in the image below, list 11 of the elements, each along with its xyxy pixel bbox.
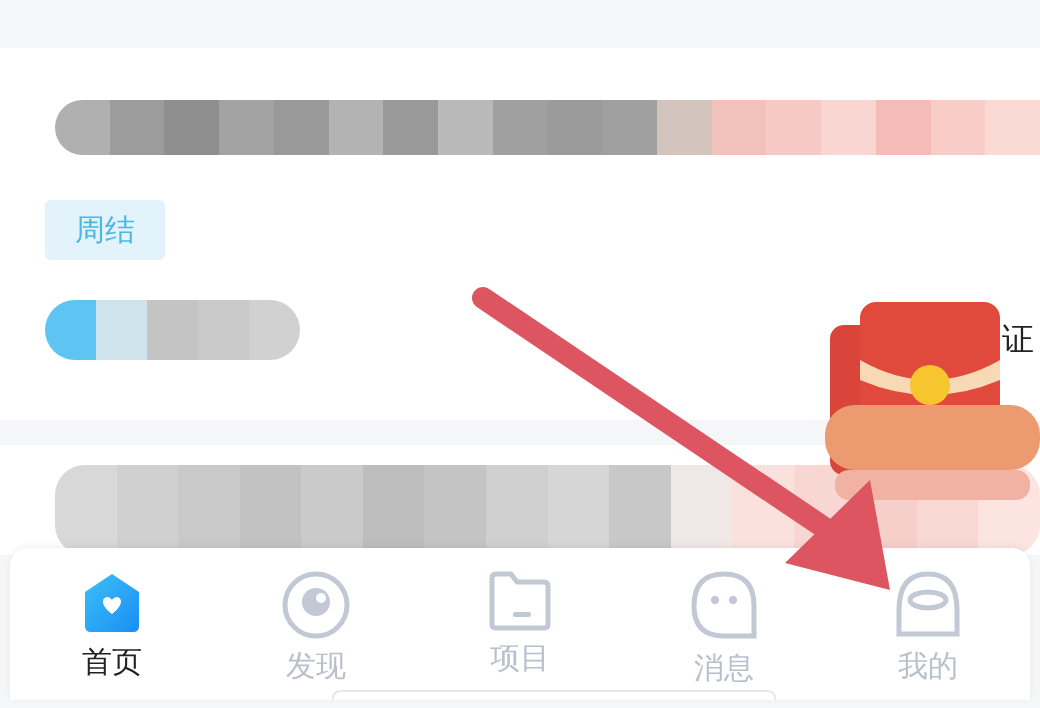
- folder-icon: [487, 570, 553, 632]
- tab[interactable]: 发现: [281, 548, 351, 687]
- tab[interactable]: 我的: [893, 548, 963, 687]
- eye-icon: [281, 570, 351, 640]
- tab[interactable]: 首页: [79, 548, 145, 683]
- tab[interactable]: 项目: [487, 548, 553, 679]
- card-text: 证: [1002, 319, 1034, 360]
- face-icon: [690, 570, 758, 642]
- tag-label: 周结: [45, 200, 165, 260]
- gift-envelope-icon: [825, 300, 1040, 500]
- tab[interactable]: 消息: [690, 548, 758, 689]
